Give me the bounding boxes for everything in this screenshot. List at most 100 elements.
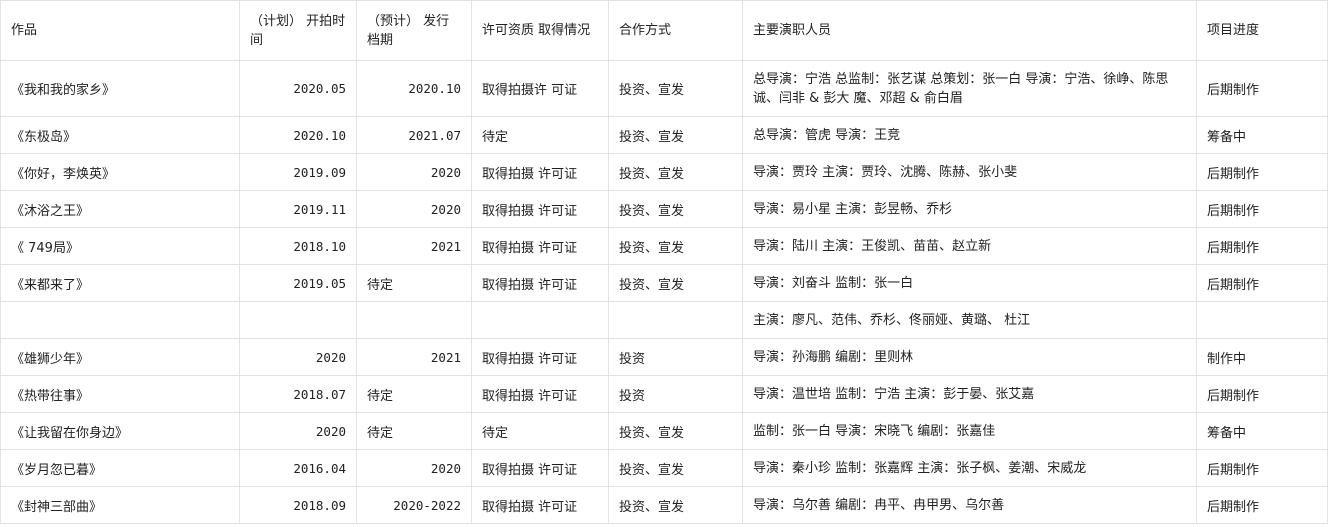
cell-staff: 导演：陆川 主演：王俊凯、苗苗、赵立新 [742,227,1197,265]
table-row: 主演：廖凡、范伟、乔杉、佟丽娅、黄璐、 杜江 [0,301,1328,339]
cell-progress: 后期制作 [1196,227,1328,265]
cell-release: 待定 [356,264,472,302]
cell-license: 取得拍摄 许可证 [471,449,609,487]
cell-staff: 导演：乌尔善 编剧：冉平、冉甲男、乌尔善 [742,486,1197,524]
header-license: 许可资质 取得情况 [471,0,609,61]
cell-progress: 筹备中 [1196,412,1328,450]
cell-release: 2021 [356,227,472,265]
cell-staff: 监制：张一白 导演：宋晓飞 编剧：张嘉佳 [742,412,1197,450]
cell-release: 2020-2022 [356,486,472,524]
cell-start: 2018.07 [239,375,357,413]
cell-release: 2021 [356,338,472,376]
cell-progress: 后期制作 [1196,153,1328,191]
cell-staff: 主演：廖凡、范伟、乔杉、佟丽娅、黄璐、 杜江 [742,301,1197,339]
cell-progress: 后期制作 [1196,190,1328,228]
cell-license: 取得拍摄 许可证 [471,190,609,228]
table-header-row: 作品 （计划） 开拍时间 （预计） 发行档期 许可资质 取得情况 合作方式 主要… [0,0,1328,61]
cell-license: 待定 [471,116,609,154]
cell-work: 《你好，李焕英》 [0,153,240,191]
cell-license: 取得拍摄 许可证 [471,264,609,302]
table-row: 《沐浴之王》 2019.11 2020 取得拍摄 许可证 投资、宣发 导演：易小… [0,190,1328,228]
table-row: 《雄狮少年》 2020 2021 取得拍摄 许可证 投资 导演：孙海鹏 编剧：里… [0,338,1328,376]
header-staff: 主要演职人员 [742,0,1197,61]
cell-release: 2020.10 [356,60,472,117]
header-progress: 项目进度 [1196,0,1328,61]
header-start-time: （计划） 开拍时间 [239,0,357,61]
cell-mode: 投资 [608,338,743,376]
table-row: 《东极岛》 2020.10 2021.07 待定 投资、宣发 总导演：管虎 导演… [0,116,1328,154]
cell-release: 待定 [356,375,472,413]
cell-work: 《岁月忽已暮》 [0,449,240,487]
cell-release: 2020 [356,153,472,191]
cell-license: 取得拍摄 许可证 [471,227,609,265]
cell-mode: 投资、宣发 [608,60,743,117]
film-project-table: 作品 （计划） 开拍时间 （预计） 发行档期 许可资质 取得情况 合作方式 主要… [0,0,1328,524]
cell-work: 《热带往事》 [0,375,240,413]
header-cooperation: 合作方式 [608,0,743,61]
header-work: 作品 [0,0,240,61]
cell-mode: 投资 [608,375,743,413]
cell-progress: 制作中 [1196,338,1328,376]
cell-mode: 投资、宣发 [608,190,743,228]
cell-license: 待定 [471,412,609,450]
cell-work: 《东极岛》 [0,116,240,154]
cell-work: 《沐浴之王》 [0,190,240,228]
table-row: 《岁月忽已暮》 2016.04 2020 取得拍摄 许可证 投资、宣发 导演：秦… [0,449,1328,487]
cell-license: 取得拍摄 许可证 [471,375,609,413]
cell-mode: 投资、宣发 [608,449,743,487]
cell-mode: 投资、宣发 [608,153,743,191]
cell-release: 待定 [356,412,472,450]
cell-start: 2020 [239,412,357,450]
cell-start [239,301,357,339]
cell-mode: 投资、宣发 [608,412,743,450]
cell-work: 《让我留在你身边》 [0,412,240,450]
cell-staff: 导演：贾玲 主演：贾玲、沈腾、陈赫、张小斐 [742,153,1197,191]
cell-release: 2020 [356,190,472,228]
cell-staff: 导演：温世培 监制：宁浩 主演：彭于晏、张艾嘉 [742,375,1197,413]
table-row: 《 749局》 2018.10 2021 取得拍摄 许可证 投资、宣发 导演：陆… [0,227,1328,265]
cell-start: 2020 [239,338,357,376]
cell-progress: 后期制作 [1196,449,1328,487]
cell-start: 2020.10 [239,116,357,154]
cell-progress: 后期制作 [1196,264,1328,302]
cell-license: 取得拍摄 许可证 [471,338,609,376]
cell-release: 2020 [356,449,472,487]
cell-mode: 投资、宣发 [608,486,743,524]
cell-license: 取得拍摄 许可证 [471,486,609,524]
cell-license: 取得拍摄许 可证 [471,60,609,117]
cell-license [471,301,609,339]
cell-start: 2019.11 [239,190,357,228]
cell-mode: 投资、宣发 [608,116,743,154]
cell-progress: 筹备中 [1196,116,1328,154]
cell-progress: 后期制作 [1196,375,1328,413]
cell-mode: 投资、宣发 [608,264,743,302]
cell-work: 《 749局》 [0,227,240,265]
cell-mode: 投资、宣发 [608,227,743,265]
cell-work: 《来都来了》 [0,264,240,302]
cell-staff: 导演：易小星 主演：彭昱畅、乔杉 [742,190,1197,228]
cell-progress: 后期制作 [1196,60,1328,117]
cell-work: 《雄狮少年》 [0,338,240,376]
cell-work: 《我和我的家乡》 [0,60,240,117]
table-row: 《封神三部曲》 2018.09 2020-2022 取得拍摄 许可证 投资、宣发… [0,486,1328,524]
cell-license: 取得拍摄 许可证 [471,153,609,191]
cell-staff: 总导演：宁浩 总监制：张艺谋 总策划：张一白 导演：宁浩、徐峥、陈思诚、闫非 &… [742,60,1197,117]
cell-staff: 导演：刘奋斗 监制：张一白 [742,264,1197,302]
cell-start: 2020.05 [239,60,357,117]
cell-progress [1196,301,1328,339]
cell-progress: 后期制作 [1196,486,1328,524]
cell-work: 《封神三部曲》 [0,486,240,524]
cell-staff: 导演：秦小珍 监制：张嘉辉 主演：张子枫、姜潮、宋威龙 [742,449,1197,487]
cell-start: 2019.09 [239,153,357,191]
table-row: 《你好，李焕英》 2019.09 2020 取得拍摄 许可证 投资、宣发 导演：… [0,153,1328,191]
table-row: 《热带往事》 2018.07 待定 取得拍摄 许可证 投资 导演：温世培 监制：… [0,375,1328,413]
cell-start: 2018.10 [239,227,357,265]
cell-staff: 导演：孙海鹏 编剧：里则林 [742,338,1197,376]
table-row: 《我和我的家乡》 2020.05 2020.10 取得拍摄许 可证 投资、宣发 … [0,60,1328,117]
cell-start: 2019.05 [239,264,357,302]
cell-mode [608,301,743,339]
cell-start: 2016.04 [239,449,357,487]
cell-work [0,301,240,339]
table-row: 《来都来了》 2019.05 待定 取得拍摄 许可证 投资、宣发 导演：刘奋斗 … [0,264,1328,302]
cell-start: 2018.09 [239,486,357,524]
